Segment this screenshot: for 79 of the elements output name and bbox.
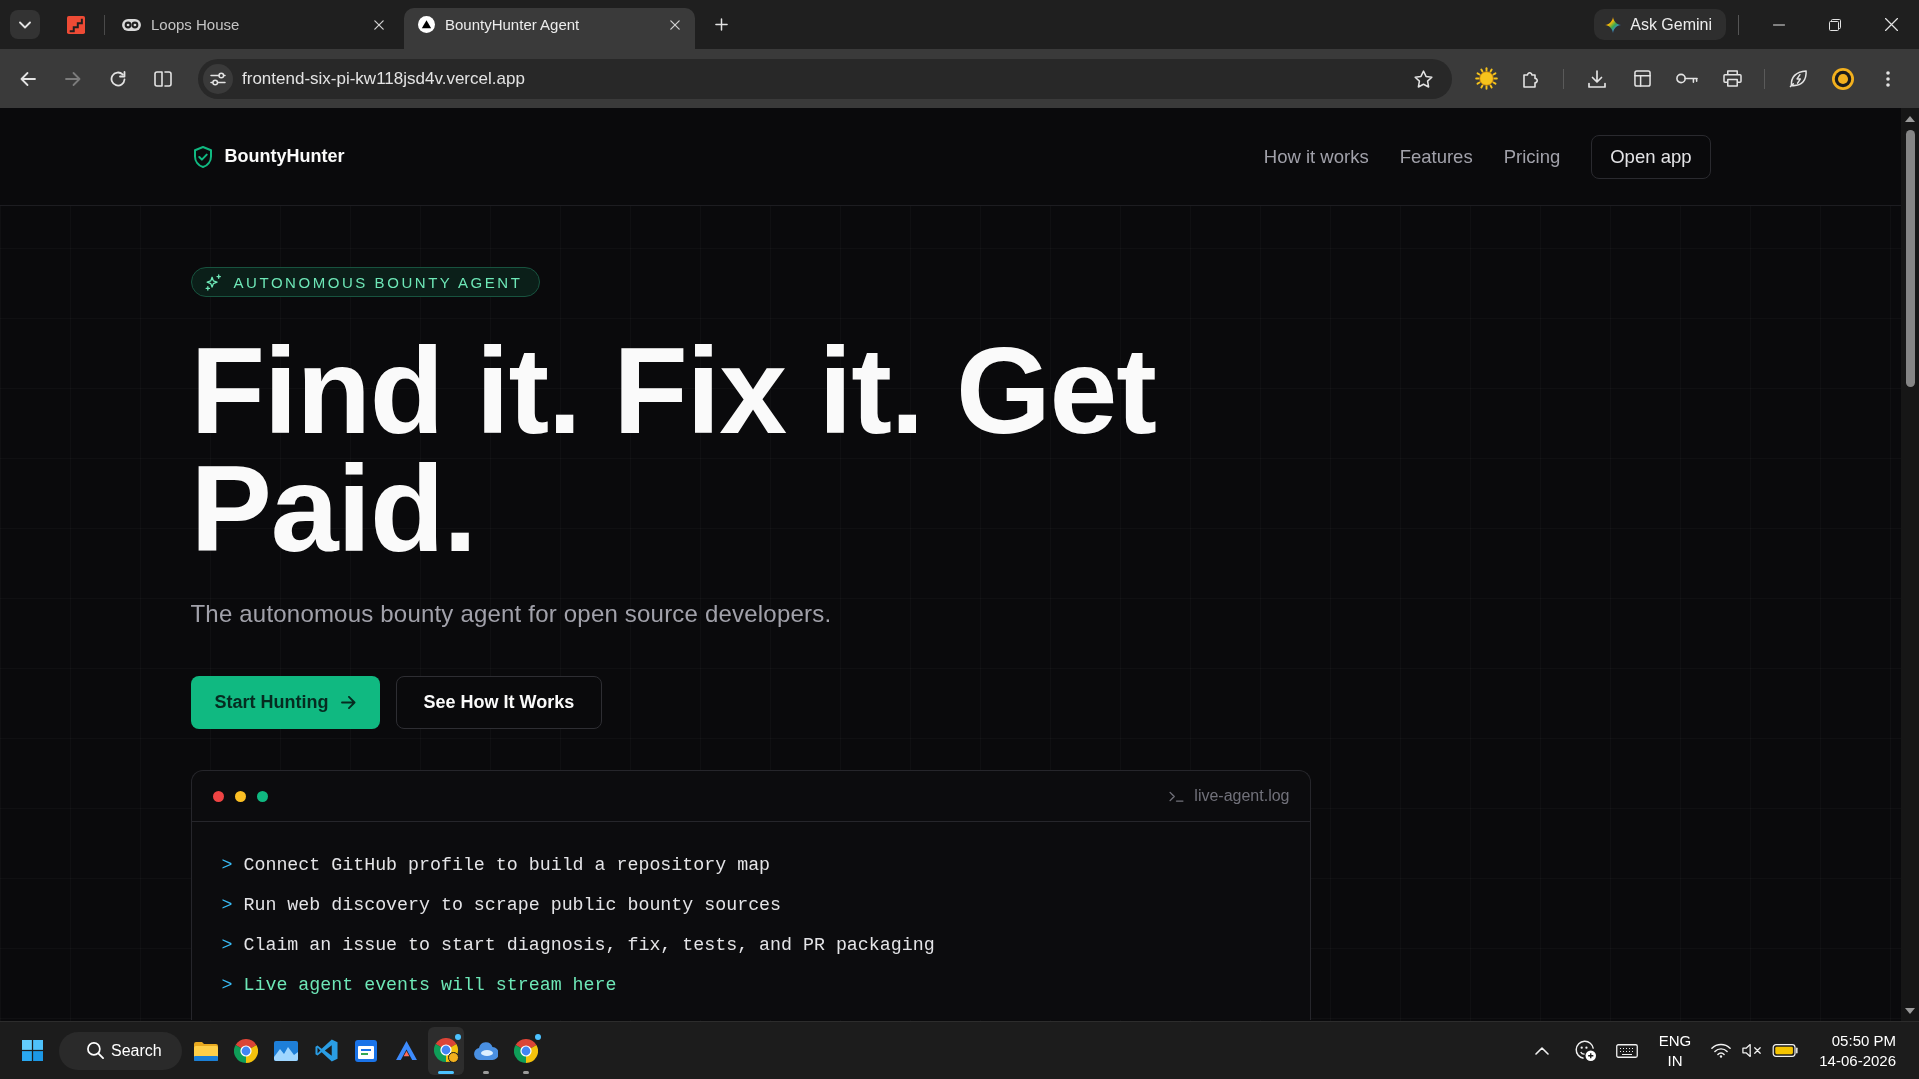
triangle-app-icon [395, 1041, 417, 1060]
close-icon [1884, 18, 1898, 31]
back-icon [20, 70, 36, 87]
battery-icon[interactable] [1772, 1044, 1800, 1057]
emoji-add-icon[interactable] [1574, 1040, 1596, 1061]
cloud-app-icon [474, 1041, 498, 1060]
sparkle-icon [1605, 16, 1622, 33]
folder-icon [194, 1040, 218, 1061]
prompt-marker: > [221, 975, 233, 995]
keyboard-icon[interactable] [1615, 1043, 1638, 1058]
browser-tab[interactable]: BountyHunter Agent [404, 8, 695, 49]
reload-icon [110, 70, 126, 87]
chevron-down-icon [19, 20, 31, 29]
code-editor-icon [314, 1039, 338, 1062]
start-menu-icon [21, 1040, 43, 1061]
nav-link[interactable]: How it works [1263, 145, 1369, 168]
close-icon [670, 19, 680, 30]
star-icon [1413, 69, 1433, 88]
nav-link[interactable]: Pricing [1503, 145, 1561, 168]
badge-text: AUTONOMOUS BOUNTY AGENT [233, 273, 523, 291]
log-line: Connect GitHub profile to build a repository map [243, 855, 771, 875]
goggles-icon [122, 18, 141, 31]
primary-cta-button[interactable]: Start Hunting [190, 676, 380, 729]
open-app-button[interactable]: Open app [1591, 134, 1711, 179]
log-line: Live agent events will stream here [243, 975, 617, 995]
minimize-icon [1773, 23, 1785, 26]
terminal-icon [1169, 790, 1185, 802]
scroll-up-icon[interactable] [1905, 116, 1915, 122]
hero-headline: Find it. Fix it. Get Paid. [190, 332, 1157, 568]
key-icon [1676, 73, 1698, 84]
chevron-up-icon[interactable] [1534, 1046, 1549, 1055]
prompt-marker: > [221, 855, 233, 875]
log-line: Run web discovery to scrape public bounty sources [243, 895, 782, 915]
clock[interactable]: 05:50 PM 14-06-2026 [1819, 1030, 1896, 1071]
arrow-right-icon [340, 696, 356, 709]
browser-icon [234, 1038, 258, 1063]
forward-icon [65, 70, 81, 87]
scroll-thumb[interactable] [1905, 130, 1915, 387]
address-bar[interactable]: frontend-six-pi-kw118jsd4v.vercel.app [198, 58, 1452, 99]
nav-link[interactable]: Features [1399, 145, 1473, 168]
hero-subtitle: The autonomous bounty agent for open source developers. [190, 599, 832, 629]
puzzle-icon [1522, 69, 1540, 88]
close-icon [374, 19, 384, 30]
plus-icon [714, 17, 728, 31]
calendar-icon [355, 1039, 377, 1062]
triangle-logo-icon [418, 16, 435, 33]
taskbar-search[interactable]: Search [59, 1031, 182, 1070]
wifi-icon[interactable] [1711, 1043, 1732, 1058]
prompt-marker: > [221, 895, 233, 915]
muted-speaker-icon[interactable] [1742, 1043, 1763, 1058]
browser-profile-icon [433, 1038, 459, 1063]
search-icon [87, 1042, 104, 1059]
language-button[interactable]: ENG IN [1658, 1030, 1692, 1071]
restore-icon [1829, 18, 1841, 31]
more-menu-icon [1886, 70, 1890, 87]
leaf-bolt-icon [1788, 69, 1808, 88]
browser-tab[interactable]: Loops House [108, 8, 399, 49]
photo-gallery-icon [274, 1040, 298, 1061]
shield-check-icon [192, 145, 213, 168]
split-view-icon [154, 70, 172, 87]
browser-icon [514, 1038, 538, 1063]
site-settings-icon [210, 71, 226, 86]
panel-layout-icon [1633, 70, 1651, 87]
secondary-cta-button[interactable]: See How It Works [395, 676, 603, 729]
sun-icon [1474, 67, 1498, 90]
site-info-button[interactable] [203, 63, 233, 94]
scroll-down-icon[interactable] [1905, 1008, 1915, 1014]
profile-avatar-icon [1832, 67, 1854, 90]
stairs-logo-icon [67, 15, 85, 34]
download-icon [1588, 69, 1606, 88]
taskbar-button[interactable] [428, 1026, 464, 1075]
log-line: Claim an issue to start diagnosis, fix, tests, and PR packaging [243, 935, 935, 955]
tab-search-button[interactable] [10, 10, 40, 39]
printer-icon [1722, 70, 1742, 87]
brand-link[interactable]: BountyHunter [192, 145, 345, 168]
log-filename: live-agent.log [1194, 787, 1290, 805]
sparkle-icon [204, 273, 222, 291]
ask-gemini-button[interactable]: Ask Gemini [1594, 9, 1726, 40]
prompt-marker: > [221, 935, 233, 955]
